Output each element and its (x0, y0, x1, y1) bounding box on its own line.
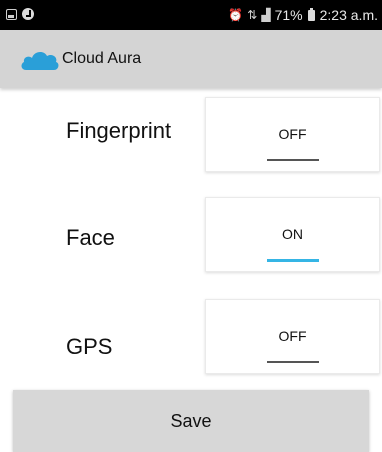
check-notification-icon (22, 8, 34, 20)
gps-toggle-state: OFF (278, 328, 307, 344)
fingerprint-toggle-indicator (267, 159, 319, 161)
gps-label: GPS (66, 334, 113, 359)
face-label: Face (66, 225, 115, 250)
gps-toggle-indicator (267, 361, 319, 363)
status-bar: ⏰ ⇅ ▟ 71% 2:23 a.m. (0, 0, 382, 30)
fingerprint-label: Fingerprint (66, 118, 172, 143)
battery-percent: 71% (274, 7, 303, 23)
face-toggle-indicator (267, 259, 319, 262)
app-title: Cloud Aura (62, 50, 142, 67)
notification-icons (6, 8, 34, 20)
system-indicators: ⏰ ⇅ ▟ 71% 2:23 a.m. (228, 7, 378, 23)
gallery-icon (6, 8, 17, 20)
cloud-icon (21, 52, 59, 70)
face-toggle-state: ON (282, 226, 303, 242)
fingerprint-toggle-state: OFF (278, 126, 307, 142)
signal-icon: ▟ (261, 8, 271, 22)
face-toggle[interactable]: ON (205, 197, 380, 272)
fingerprint-toggle[interactable]: OFF (205, 97, 380, 172)
battery-icon (307, 7, 315, 21)
alarm-icon: ⏰ (228, 8, 244, 22)
data-transfer-icon: ⇅ (247, 8, 258, 22)
save-button[interactable]: Save (13, 390, 369, 452)
app-bar: Cloud Aura (0, 30, 382, 88)
clock: 2:23 a.m. (319, 7, 378, 23)
gps-toggle[interactable]: OFF (205, 299, 380, 374)
